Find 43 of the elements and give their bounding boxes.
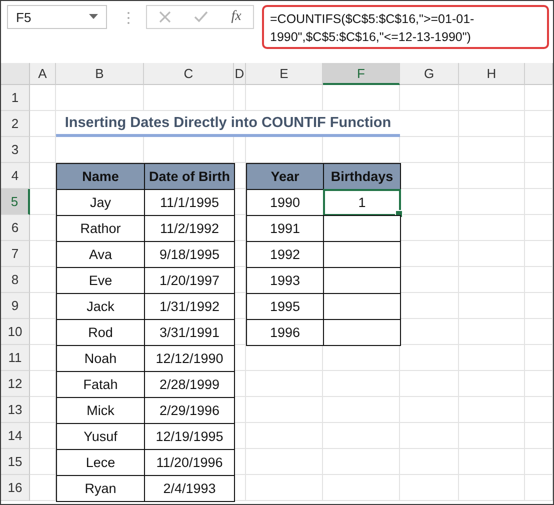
column-header[interactable]: H <box>459 63 525 85</box>
check-icon[interactable] <box>194 11 208 23</box>
row-header[interactable]: 4 <box>1 163 30 189</box>
row-header[interactable]: 10 <box>1 319 30 345</box>
row-header[interactable]: 3 <box>1 137 30 163</box>
row-header[interactable]: 13 <box>1 397 30 423</box>
table-header-cell: Birthdays <box>323 163 401 190</box>
row-header[interactable]: 16 <box>1 475 30 501</box>
column-header[interactable]: F <box>323 63 400 85</box>
table-cell[interactable] <box>323 319 401 346</box>
row-header[interactable]: 6 <box>1 215 30 241</box>
row-header[interactable]: 7 <box>1 241 30 267</box>
row-header[interactable]: 11 <box>1 345 30 371</box>
row-header[interactable]: 15 <box>1 449 30 475</box>
drag-handle-icon[interactable] <box>127 11 130 25</box>
row-header[interactable]: 1 <box>1 85 30 111</box>
table-header-cell: Date of Birth <box>144 163 235 190</box>
table-header-cell: Name <box>56 163 145 190</box>
row-header[interactable]: 8 <box>1 267 30 293</box>
name-box[interactable]: F5 <box>7 5 107 29</box>
row-header[interactable]: 5 <box>1 189 30 215</box>
table-cell: 2/4/1993 <box>144 475 235 502</box>
table-header-cell: Year <box>246 163 324 190</box>
column-header[interactable]: B <box>56 63 144 85</box>
column-header[interactable]: G <box>400 63 459 85</box>
insert-function-button[interactable]: fx <box>231 9 242 25</box>
column-header[interactable]: D <box>234 63 246 85</box>
table-cell: Ryan <box>56 475 145 502</box>
column-header[interactable]: A <box>30 63 56 85</box>
column-header[interactable]: E <box>246 63 323 85</box>
row-header[interactable]: 12 <box>1 371 30 397</box>
row-header[interactable]: 2 <box>1 111 30 137</box>
row-header[interactable]: 14 <box>1 423 30 449</box>
table-cell[interactable]: 1 <box>323 189 401 216</box>
column-header[interactable] <box>525 63 553 85</box>
formula-field[interactable]: =COUNTIFS($C$5:$C$16,">=01-01-1990",$C$5:$C$16,"<=12-13-1990") <box>262 5 549 49</box>
column-header[interactable]: C <box>144 63 234 85</box>
table-cell[interactable] <box>323 215 401 242</box>
select-all-corner[interactable] <box>1 63 30 85</box>
row-header[interactable]: 9 <box>1 293 30 319</box>
table-cell: 1996 <box>246 319 324 346</box>
dropdown-caret-icon <box>89 14 98 20</box>
cancel-icon[interactable] <box>158 11 171 23</box>
